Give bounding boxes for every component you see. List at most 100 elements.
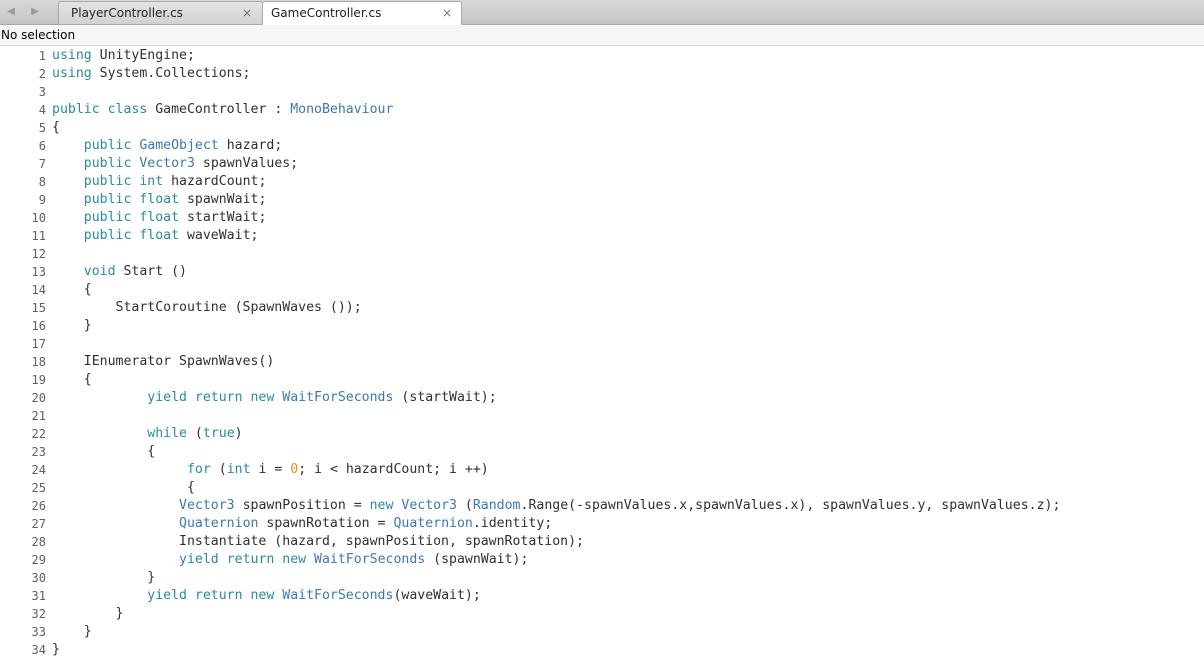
code-text: StartCoroutine (SpawnWaves ()); (52, 300, 362, 315)
selection-status-bar: No selection (0, 25, 1204, 46)
code-line[interactable]: 21 (0, 407, 1204, 425)
code-line[interactable]: 9 public float spawnWait; (0, 191, 1204, 209)
line-number: 15 (31, 301, 46, 315)
code-line[interactable]: 22 while (true) (0, 425, 1204, 443)
line-number: 22 (31, 427, 46, 441)
line-number: 19 (31, 373, 46, 387)
line-number: 26 (31, 499, 46, 513)
code-text: } (52, 642, 60, 657)
code-line[interactable]: 33 } (0, 623, 1204, 641)
line-number: 8 (38, 175, 46, 189)
code-line[interactable]: 18 IEnumerator SpawnWaves() (0, 353, 1204, 371)
code-line[interactable]: 20 yield return new WaitForSeconds (star… (0, 389, 1204, 407)
code-line[interactable]: 8 public int hazardCount; (0, 173, 1204, 191)
close-icon[interactable]: × (442, 2, 452, 25)
line-number: 2 (38, 67, 46, 81)
code-line[interactable]: 26 Vector3 spawnPosition = new Vector3 (… (0, 497, 1204, 515)
close-icon[interactable]: × (242, 2, 252, 25)
code-line[interactable]: 1 using UnityEngine; (0, 47, 1204, 65)
tab-gamecontroller[interactable]: GameController.cs × (262, 1, 462, 25)
code-text: Quaternion spawnRotation = Quaternion.id… (179, 516, 553, 531)
line-number: 27 (31, 517, 46, 531)
code-editor[interactable]: 1 using UnityEngine; 2 using System.Collect… (0, 47, 1204, 659)
code-text: for (int i = 0; i < hazardCount; i ++) (186, 462, 489, 477)
code-text: } (52, 570, 156, 585)
code-text: { (52, 120, 60, 135)
code-line[interactable]: 6 public GameObject hazard; (0, 137, 1204, 155)
tab-bar: ◀ ▶ PlayerController.cs × GameController… (0, 0, 1204, 25)
line-number: 33 (31, 625, 46, 639)
code-text: public GameObject hazard; (83, 138, 283, 153)
line-number: 16 (31, 319, 46, 333)
code-text: { (52, 372, 92, 387)
code-text: using UnityEngine; (52, 48, 195, 63)
code-text: public Vector3 spawnValues; (83, 156, 299, 171)
forward-arrow-icon[interactable]: ▶ (26, 0, 44, 22)
line-number: 12 (31, 247, 46, 261)
code-line[interactable]: 17 (0, 335, 1204, 353)
line-number: 11 (31, 229, 46, 243)
back-arrow-icon[interactable]: ◀ (2, 0, 20, 22)
code-line[interactable]: 14 { (0, 281, 1204, 299)
line-number: 34 (31, 643, 46, 657)
code-text: IEnumerator SpawnWaves() (52, 354, 275, 369)
line-number: 14 (31, 283, 46, 297)
code-line[interactable]: 15 StartCoroutine (SpawnWaves ()); (0, 299, 1204, 317)
line-number: 32 (31, 607, 46, 621)
line-number: 21 (31, 409, 46, 423)
line-number: 31 (31, 589, 46, 603)
code-text: while (true) (147, 426, 243, 441)
code-line[interactable]: 24 for (int i = 0; i < hazardCount; i ++… (0, 461, 1204, 479)
code-line[interactable]: 30 } (0, 569, 1204, 587)
tab-label: PlayerController.cs (71, 6, 183, 20)
line-number: 3 (38, 85, 46, 99)
line-number: 9 (38, 193, 46, 207)
code-text: { (52, 444, 156, 459)
code-text: yield return new WaitForSeconds (spawnWa… (179, 552, 529, 567)
tab-label: GameController.cs (271, 6, 382, 20)
code-line[interactable]: 32 } (0, 605, 1204, 623)
line-number: 13 (31, 265, 46, 279)
line-number: 20 (31, 391, 46, 405)
code-line[interactable]: 5{ (0, 119, 1204, 137)
code-text: yield return new WaitForSeconds (startWa… (147, 390, 497, 405)
code-text: { (52, 282, 92, 297)
code-text: } (52, 318, 92, 333)
line-number: 6 (38, 139, 46, 153)
line-number: 17 (31, 337, 46, 351)
code-text: yield return new WaitForSeconds(waveWait… (147, 588, 481, 603)
code-text: Vector3 spawnPosition = new Vector3 (Ran… (179, 498, 1061, 513)
code-line[interactable]: 34} (0, 641, 1204, 659)
tab-playercontroller[interactable]: PlayerController.cs × (58, 1, 263, 24)
line-number: 23 (31, 445, 46, 459)
selection-status-text: No selection (1, 28, 76, 42)
code-line[interactable]: 3 (0, 83, 1204, 101)
code-line[interactable]: 28 Instantiate (hazard, spawnPosition, s… (0, 533, 1204, 551)
code-text: public float startWait; (83, 210, 267, 225)
code-text: public float waveWait; (83, 228, 259, 243)
code-line[interactable]: 2 using System.Collections; (0, 65, 1204, 83)
code-line[interactable]: 16 } (0, 317, 1204, 335)
line-number: 1 (38, 49, 46, 63)
line-number: 18 (31, 355, 46, 369)
code-line[interactable]: 10 public float startWait; (0, 209, 1204, 227)
code-line[interactable]: 19 { (0, 371, 1204, 389)
code-line[interactable]: 11 public float waveWait; (0, 227, 1204, 245)
code-line[interactable]: 13 void Start () (0, 263, 1204, 281)
code-line[interactable]: 23 { (0, 443, 1204, 461)
code-text: using System.Collections; (52, 66, 251, 81)
code-line[interactable]: 4 public class GameController : MonoBehav… (0, 101, 1204, 119)
code-line[interactable]: 25 { (0, 479, 1204, 497)
line-number: 24 (31, 463, 46, 477)
code-text: public float spawnWait; (83, 192, 267, 207)
code-line[interactable]: 7 public Vector3 spawnValues; (0, 155, 1204, 173)
line-number: 5 (38, 121, 46, 135)
code-line[interactable]: 27 Quaternion spawnRotation = Quaternion… (0, 515, 1204, 533)
code-text: Instantiate (hazard, spawnPosition, spaw… (52, 534, 584, 549)
line-number: 29 (31, 553, 46, 567)
line-number: 7 (38, 157, 46, 171)
code-line[interactable]: 31 yield return new WaitForSeconds(waveW… (0, 587, 1204, 605)
code-text: public int hazardCount; (83, 174, 267, 189)
code-line[interactable]: 29 yield return new WaitForSeconds (spaw… (0, 551, 1204, 569)
code-line[interactable]: 12 (0, 245, 1204, 263)
